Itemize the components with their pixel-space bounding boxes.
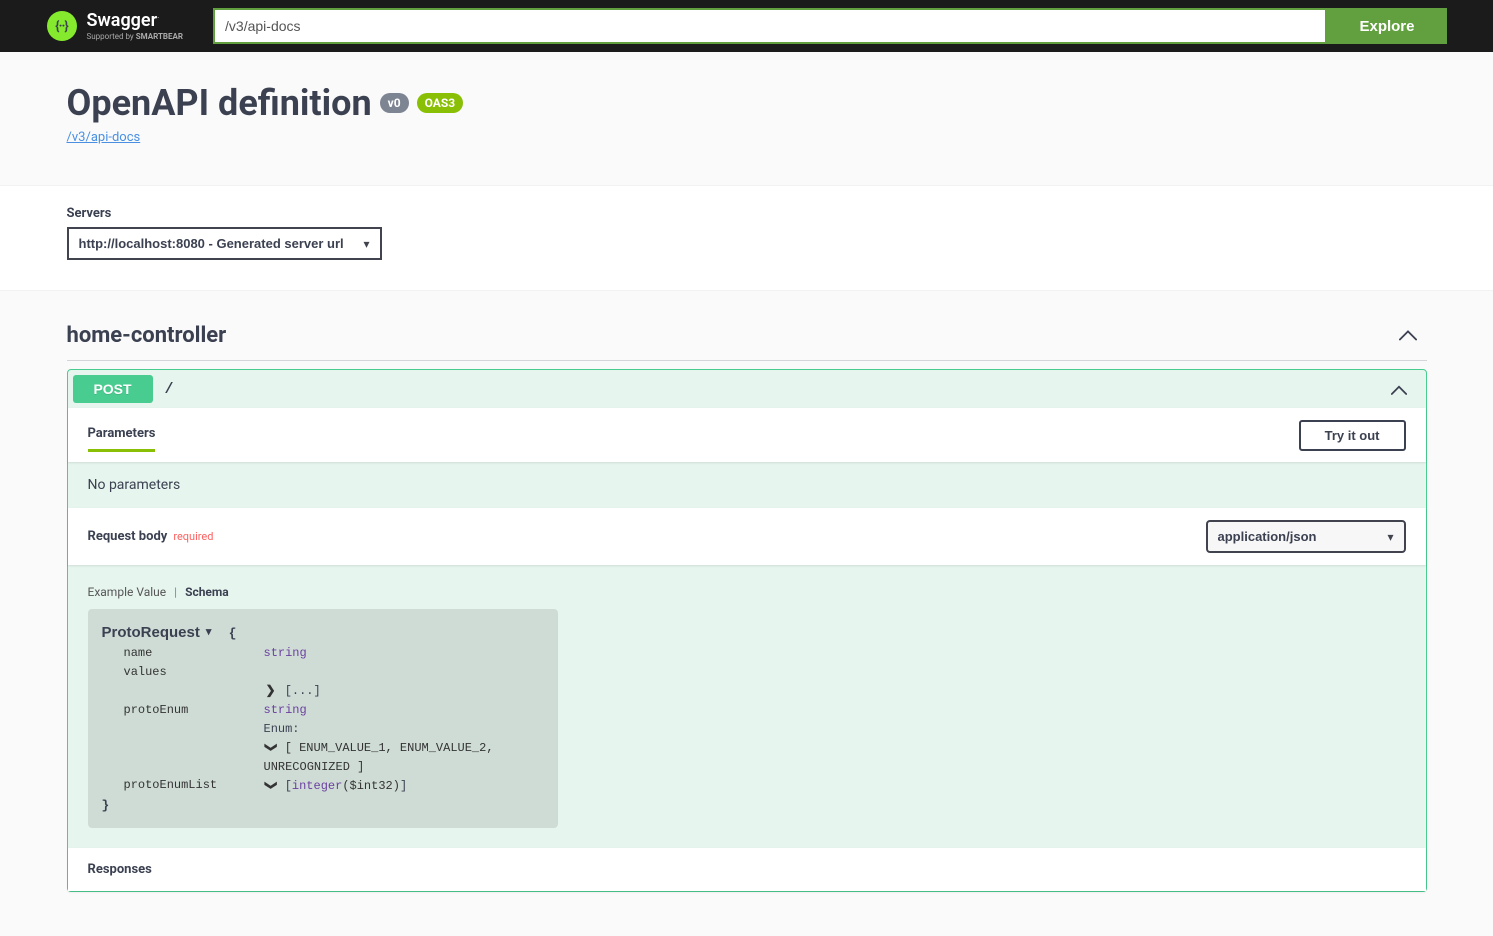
oas-badge: OAS3 bbox=[417, 93, 464, 113]
servers-select[interactable]: http://localhost:8080 - Generated server… bbox=[67, 227, 382, 260]
opblock-post: POST / Parameters Try it out No paramete… bbox=[67, 369, 1427, 892]
spec-url-input[interactable] bbox=[213, 8, 1327, 44]
request-body-label: Request body bbox=[88, 529, 168, 544]
required-label: required bbox=[167, 530, 213, 543]
enum-values: [ ENUM_VALUE_1, ENUM_VALUE_2, UNRECOGNIZ… bbox=[264, 741, 494, 774]
prop-name: protoEnumList bbox=[124, 776, 264, 796]
chevron-down-icon: ▾ bbox=[206, 624, 212, 641]
prop-type: string bbox=[264, 701, 307, 720]
logo-text: Swagger bbox=[87, 10, 158, 31]
responses-label: Responses bbox=[88, 862, 1406, 877]
tab-example-value[interactable]: Example Value bbox=[88, 585, 167, 599]
version-badge: v0 bbox=[380, 93, 409, 113]
tag-home-controller[interactable]: home-controller bbox=[67, 311, 1427, 361]
explore-button[interactable]: Explore bbox=[1327, 8, 1446, 44]
try-it-out-button[interactable]: Try it out bbox=[1299, 420, 1406, 451]
model-name[interactable]: ProtoRequest ▾ bbox=[102, 621, 212, 644]
operations: home-controller POST / Parameters Try it… bbox=[37, 291, 1457, 927]
request-body-content: Example Value | Schema ProtoRequest ▾ { … bbox=[68, 565, 1426, 848]
chevron-down-icon: ❯ bbox=[261, 779, 280, 793]
tab-parameters[interactable]: Parameters bbox=[88, 418, 156, 452]
spec-url-form: Explore bbox=[213, 8, 1446, 44]
prop-name: protoEnum bbox=[124, 701, 264, 720]
logo[interactable]: {··} Swagger. Supported by SMARTBEAR bbox=[47, 11, 184, 41]
prop-name: name bbox=[124, 644, 264, 663]
swagger-icon: {··} bbox=[47, 11, 77, 41]
no-parameters-message: No parameters bbox=[68, 462, 1426, 508]
chevron-down-icon: ❯ bbox=[261, 741, 280, 755]
logo-subtext: Supported by SMARTBEAR bbox=[87, 32, 184, 41]
method-badge: POST bbox=[73, 375, 153, 403]
collapse-toggle[interactable]: ❯ [integer($int32)] bbox=[264, 776, 408, 796]
prop-name: values bbox=[124, 663, 264, 682]
api-title: OpenAPI definition bbox=[67, 82, 372, 124]
operation-path: / bbox=[153, 381, 1377, 398]
enum-label: Enum: bbox=[264, 720, 300, 739]
tab-schema[interactable]: Schema bbox=[185, 585, 229, 599]
content-type-select[interactable]: application/json bbox=[1206, 520, 1406, 553]
opblock-summary[interactable]: POST / bbox=[68, 370, 1426, 408]
topbar: {··} Swagger. Supported by SMARTBEAR Exp… bbox=[0, 0, 1493, 52]
chevron-up-icon bbox=[1377, 380, 1421, 399]
prop-type: string bbox=[264, 644, 307, 663]
chevron-up-icon bbox=[1389, 325, 1427, 346]
tag-name: home-controller bbox=[67, 323, 1389, 348]
servers-label: Servers bbox=[67, 206, 1427, 221]
collapse-toggle[interactable]: ❯ [ ENUM_VALUE_1, ENUM_VALUE_2, UNRECOGN… bbox=[264, 738, 544, 776]
expand-toggle[interactable]: ❯ [...] bbox=[264, 681, 321, 701]
schema-model: ProtoRequest ▾ { name string values bbox=[88, 609, 558, 828]
model-tabs: Example Value | Schema bbox=[88, 585, 1406, 599]
info-section: OpenAPI definition v0 OAS3 /v3/api-docs bbox=[0, 52, 1493, 185]
responses-header: Responses bbox=[68, 848, 1426, 891]
parameters-header: Parameters Try it out bbox=[68, 408, 1426, 462]
servers-section: Servers http://localhost:8080 - Generate… bbox=[0, 185, 1493, 291]
chevron-right-icon: ❯ bbox=[264, 681, 278, 700]
api-title-row: OpenAPI definition v0 OAS3 bbox=[67, 82, 1427, 124]
request-body-header: Request body required application/json bbox=[68, 508, 1426, 565]
base-url-link[interactable]: /v3/api-docs bbox=[67, 130, 141, 145]
